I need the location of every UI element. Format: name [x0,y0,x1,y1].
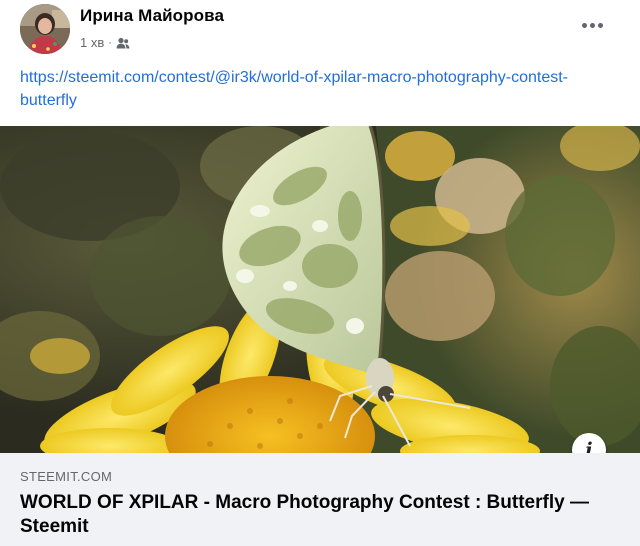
link-preview-image[interactable] [0,126,640,453]
meta-separator: · [108,36,112,49]
more-horizontal-icon [581,22,587,28]
link-preview-footer[interactable]: STEEMIT.COM WORLD OF XPILAR - Macro Phot… [0,453,640,546]
post-url-link[interactable]: https://steemit.com/contest/@ir3k/world-… [20,69,568,109]
facebook-post: Ирина Майорова 1 хв · https://steemit.co… [0,0,640,546]
more-dot [589,22,595,28]
post-timestamp[interactable]: 1 хв [80,35,104,50]
author-avatar[interactable] [20,4,70,54]
butterfly-photo [0,126,640,453]
post-text: https://steemit.com/contest/@ir3k/world-… [20,66,620,112]
link-domain: STEEMIT.COM [20,469,113,484]
author-name[interactable]: Ирина Майорова [80,6,224,26]
more-dot [597,22,603,28]
friends-icon[interactable] [116,37,130,49]
post-meta: 1 хв · [80,35,130,50]
link-title[interactable]: WORLD OF XPILAR - Macro Photography Cont… [20,491,610,539]
more-options-button[interactable] [574,10,610,40]
avatar-photo [20,4,70,54]
